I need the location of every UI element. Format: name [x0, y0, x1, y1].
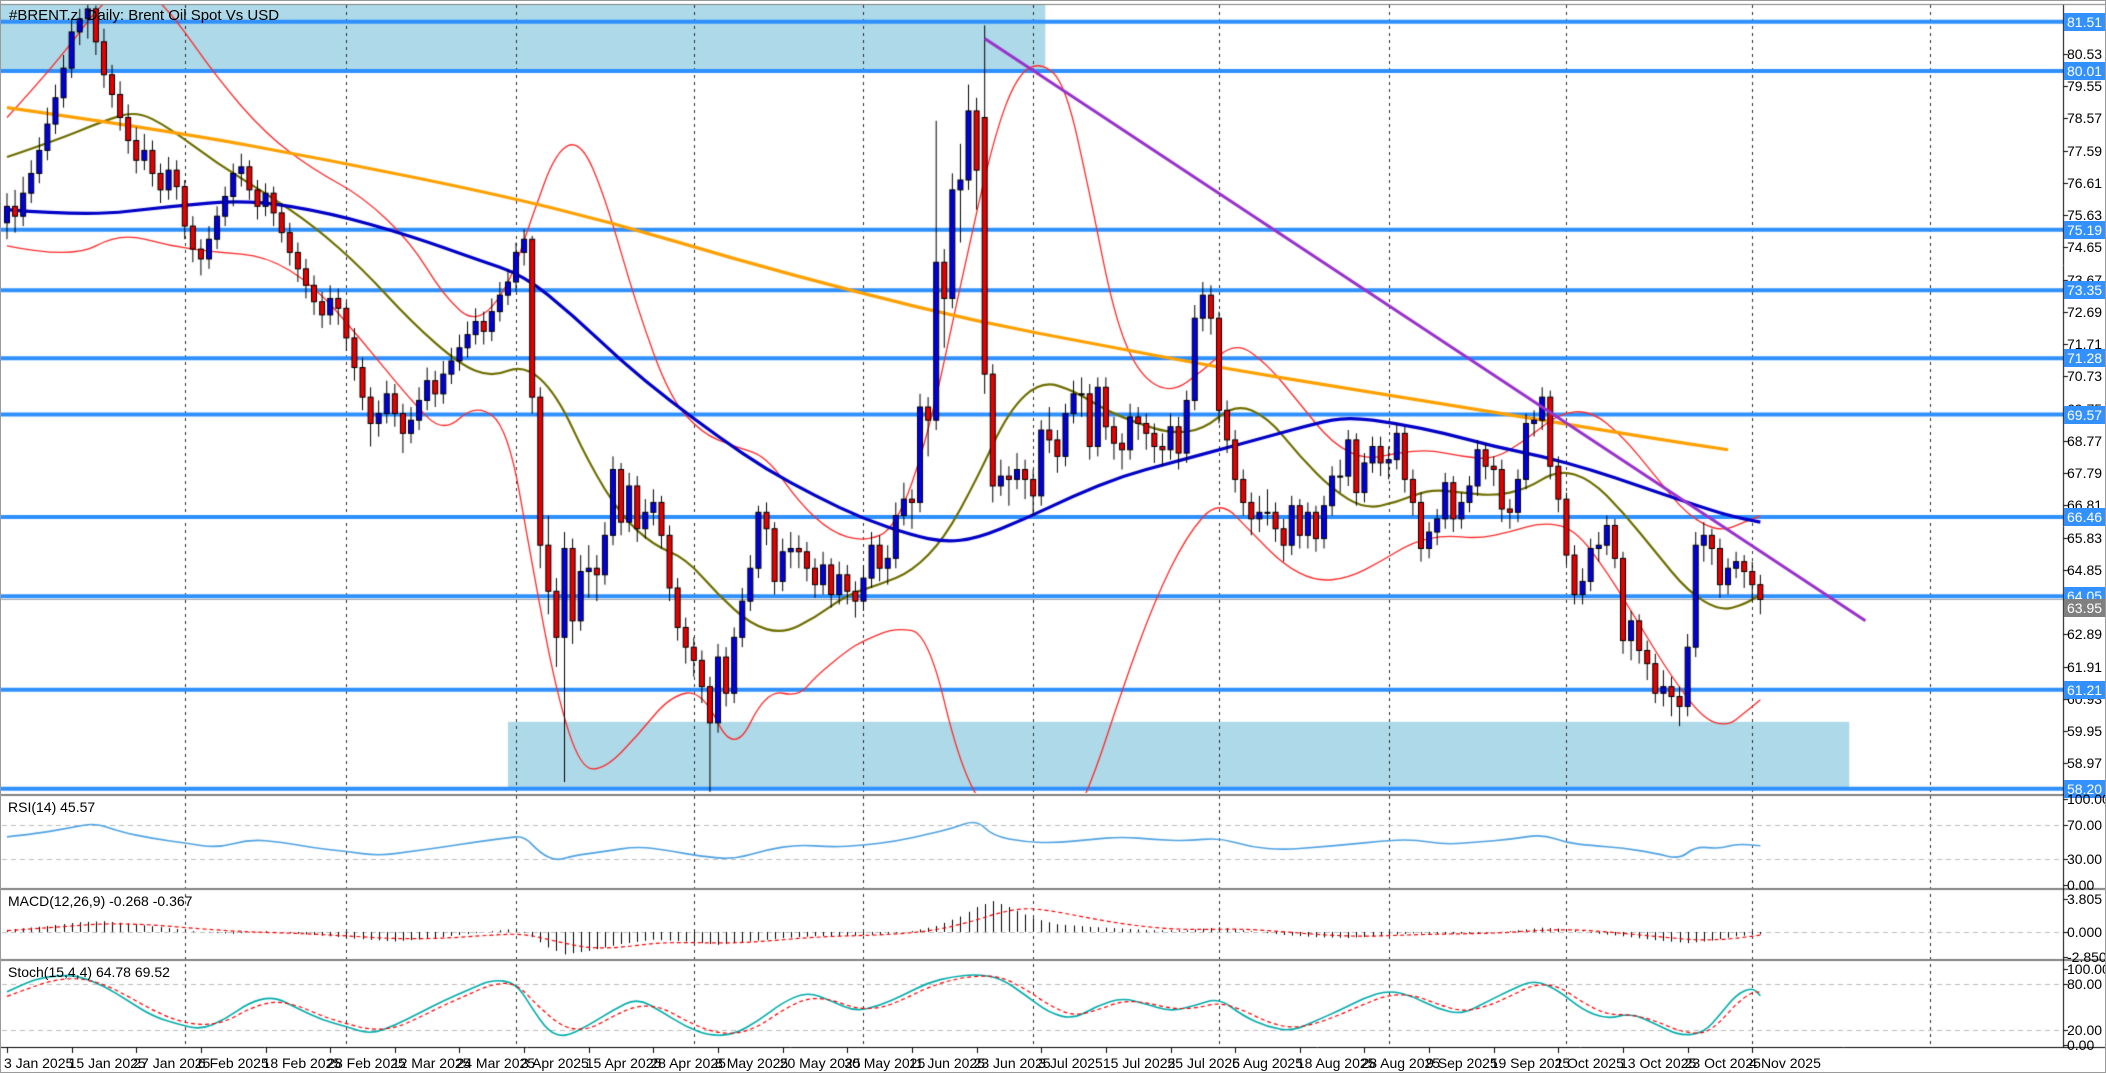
rsi-scale-label: 70.00 — [2067, 817, 2102, 833]
date-label: 1 Oct 2025 — [1555, 1055, 1624, 1071]
price-tick-label: 74.65 — [2067, 239, 2102, 255]
date-label: 4 Nov 2025 — [1749, 1055, 1821, 1071]
rsi-scale-label: 100.00 — [2067, 791, 2106, 807]
stoch-pane-label: Stoch(15,4,4) 64.78 69.52 — [8, 964, 170, 980]
price-tick-label: 70.73 — [2067, 368, 2102, 384]
sr-price-label: 61.21 — [2064, 681, 2106, 699]
date-label: 15 Jul 2025 — [1103, 1055, 1175, 1071]
date-label: 25 Jul 2025 — [1168, 1055, 1240, 1071]
date-label: 3 Jan 2025 — [4, 1055, 73, 1071]
chart-title: #BRENT.z, Daily: Brent Oil Spot Vs USD — [9, 7, 279, 24]
price-tick-label: 67.79 — [2067, 465, 2102, 481]
price-tick-label: 78.57 — [2067, 110, 2102, 126]
sr-price-label: 80.01 — [2064, 62, 2106, 80]
sr-price-label: 69.57 — [2064, 406, 2106, 424]
rsi-scale-label: 30.00 — [2067, 851, 2102, 867]
macd-scale-label: 3.805 — [2067, 891, 2102, 907]
price-tick-label: 64.85 — [2067, 562, 2102, 578]
rsi-pane-label: RSI(14) 45.57 — [8, 799, 95, 815]
price-tick-label: 65.83 — [2067, 530, 2102, 546]
stoch-scale-label: 20.00 — [2067, 1022, 2102, 1038]
sr-price-label: 81.51 — [2064, 13, 2106, 31]
price-tick-label: 77.59 — [2067, 143, 2102, 159]
price-tick-label: 80.53 — [2067, 46, 2102, 62]
sr-price-label: 66.46 — [2064, 508, 2106, 526]
price-tick-label: 68.77 — [2067, 433, 2102, 449]
price-tick-label: 61.91 — [2067, 659, 2102, 675]
date-label: 6 Feb 2025 — [198, 1055, 269, 1071]
price-tick-label: 59.95 — [2067, 723, 2102, 739]
date-label: 6 Aug 2025 — [1232, 1055, 1303, 1071]
sr-price-label: 73.35 — [2064, 281, 2106, 299]
price-tick-label: 76.61 — [2067, 175, 2102, 191]
macd-scale-label: 0.000 — [2067, 924, 2102, 940]
date-label: 3 Jul 2025 — [1038, 1055, 1103, 1071]
stoch-scale-label: 80.00 — [2067, 976, 2102, 992]
trading-chart-window: #BRENT.z, Daily: Brent Oil Spot Vs USD R… — [0, 0, 2106, 1073]
sr-price-label: 75.19 — [2064, 221, 2106, 239]
stoch-scale-label: 0.00 — [2067, 1037, 2094, 1053]
current-price-label: 63.95 — [2064, 599, 2106, 617]
macd-pane-label: MACD(12,26,9) -0.268 -0.367 — [8, 893, 192, 909]
date-label: 3 Apr 2025 — [521, 1055, 589, 1071]
price-chart-canvas[interactable] — [1, 1, 2106, 1073]
date-label: 9 Sep 2025 — [1426, 1055, 1498, 1071]
stoch-scale-label: 100.00 — [2067, 961, 2106, 977]
price-tick-label: 58.97 — [2067, 755, 2102, 771]
sr-price-label: 71.28 — [2064, 349, 2106, 367]
price-tick-label: 79.55 — [2067, 78, 2102, 94]
price-tick-label: 72.69 — [2067, 304, 2102, 320]
price-tick-label: 62.89 — [2067, 626, 2102, 642]
date-label: 8 May 2025 — [715, 1055, 788, 1071]
